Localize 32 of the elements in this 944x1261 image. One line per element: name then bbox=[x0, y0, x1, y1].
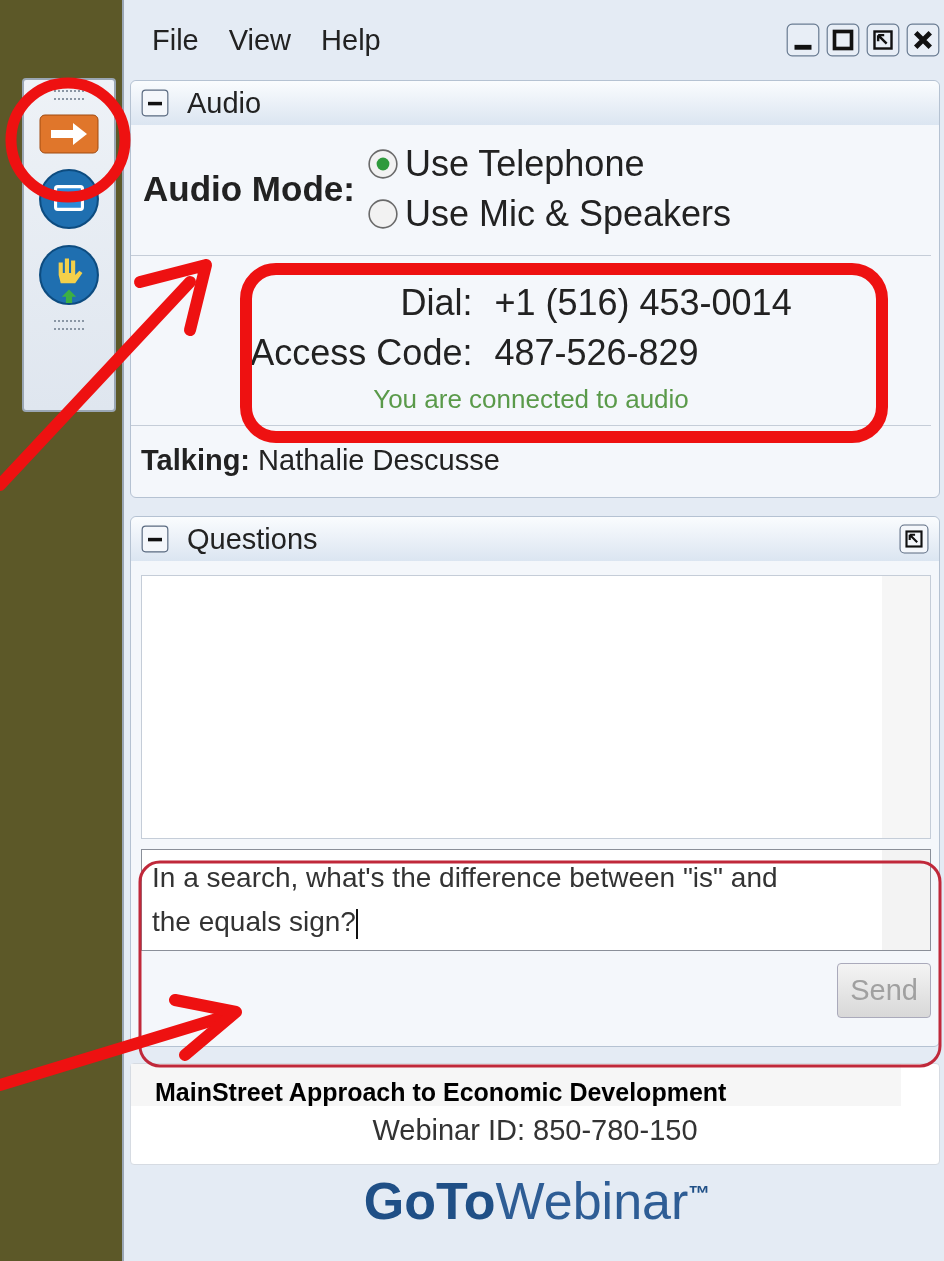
radio-option[interactable]: Use Mic & Speakers bbox=[366, 189, 731, 239]
talking-text: Talking: Nathalie Descusse bbox=[140, 443, 501, 478]
menu-item[interactable]: File bbox=[152, 23, 199, 57]
question-input[interactable]: In a search, what's the difference between "is" and the equals sign? bbox=[141, 849, 931, 951]
scrollbar[interactable] bbox=[882, 850, 930, 950]
popout-button[interactable] bbox=[866, 23, 900, 57]
webinar-id: Webinar ID: 850-780-150 bbox=[371, 1113, 699, 1147]
collapse-button[interactable] bbox=[141, 89, 169, 117]
raise-hand-button[interactable] bbox=[38, 244, 100, 306]
dial-label: Dial: bbox=[399, 281, 473, 325]
menu-item[interactable]: View bbox=[228, 23, 292, 57]
scrollbar[interactable] bbox=[882, 576, 930, 838]
access-code-label: Access Code: bbox=[250, 331, 473, 375]
panel-title: Audio bbox=[187, 86, 262, 120]
dial-number: +1 (516) 453-0014 bbox=[494, 281, 792, 325]
connection-status: You are connected to audio bbox=[373, 384, 689, 415]
maximize-button[interactable] bbox=[826, 23, 860, 57]
collapse-button[interactable] bbox=[141, 525, 169, 553]
audio-mode-label: Audio Mode: bbox=[143, 169, 355, 209]
radio-option[interactable]: Use Telephone bbox=[366, 139, 731, 189]
access-code: 487-526-829 bbox=[494, 331, 700, 375]
close-button[interactable] bbox=[906, 23, 940, 57]
webinar-title: MainStreet Approach to Economic Development bbox=[131, 1064, 901, 1106]
panel-title: Questions bbox=[187, 522, 318, 556]
screen-button[interactable] bbox=[38, 168, 100, 230]
popout-button[interactable] bbox=[899, 524, 929, 554]
arrow-button[interactable] bbox=[39, 114, 99, 154]
menu-item[interactable]: Help bbox=[321, 23, 381, 57]
minimize-button[interactable] bbox=[786, 23, 820, 57]
logo: GoToWebinar$^{™}$ bbox=[362, 1171, 712, 1231]
grip-icon bbox=[54, 320, 84, 330]
grip-icon bbox=[54, 90, 84, 100]
